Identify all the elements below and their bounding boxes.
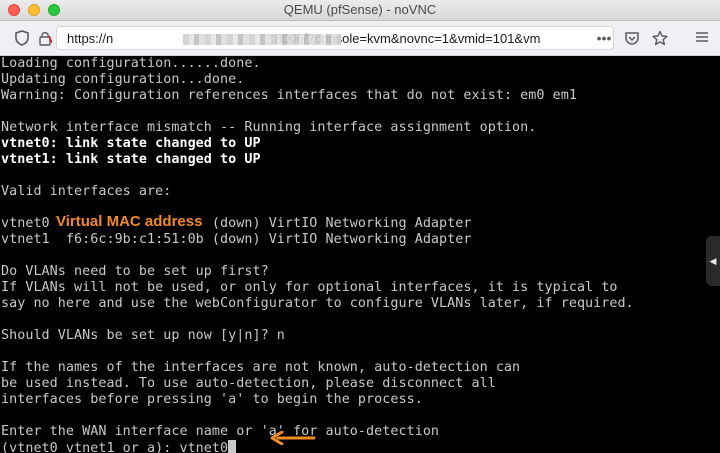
arrow-left-icon [270, 431, 316, 445]
terminal-line: Do VLANs need to be set up first? [1, 264, 269, 279]
terminal-line: vtnet0: link state changed to UP [1, 136, 261, 151]
window-title: QEMU (pfSense) - noVNC [283, 2, 437, 17]
terminal-line: Enter the WAN interface name or 'a' for … [1, 424, 440, 439]
virtual-mac-annotation: Virtual MAC address [54, 213, 205, 230]
terminal-line: vtnet1 f6:6c:9b:c1:51:0b (down) VirtIO N… [1, 232, 472, 247]
novnc-control-bar-handle[interactable]: ◀ [706, 236, 720, 286]
terminal-line: If VLANs will not be used, or only for o… [1, 280, 618, 295]
url-bar[interactable]: https://n:8006/?console=kvm&novnc=1&vmid… [39, 26, 614, 50]
more-icon[interactable]: ••• [596, 30, 612, 46]
vnc-console[interactable]: Loading configuration......done. Updating… [0, 56, 720, 453]
terminal-line: say no here and use the webConfigurator … [1, 296, 634, 311]
lock-icon[interactable] [37, 30, 53, 46]
bookmark-star-icon[interactable] [652, 30, 668, 46]
terminal-line: Should VLANs be set up now [y|n]? n [1, 328, 285, 343]
terminal-line: be used instead. To use auto-detection, … [1, 376, 496, 391]
terminal-line: If the names of the interfaces are not k… [1, 360, 521, 375]
terminal-line: Updating configuration...done. [1, 72, 245, 87]
terminal-line: Valid interfaces are: [1, 184, 172, 199]
url-redacted-region [183, 34, 341, 45]
pocket-icon[interactable] [624, 30, 640, 46]
terminal-line: (vtnet0 vtnet1 or a): vtnet0 [1, 440, 237, 453]
window-titlebar: QEMU (pfSense) - noVNC [0, 0, 720, 21]
shield-icon[interactable] [14, 30, 30, 46]
terminal-line: Network interface mismatch -- Running in… [1, 120, 537, 135]
menu-icon[interactable] [694, 30, 710, 46]
terminal-line: Warning: Configuration references interf… [1, 88, 577, 103]
terminal-line: interfaces before pressing 'a' to begin … [1, 392, 423, 407]
browser-toolbar: https://n:8006/?console=kvm&novnc=1&vmid… [0, 21, 720, 56]
text-cursor [228, 440, 237, 453]
url-prefix: https://n [67, 31, 114, 46]
terminal-line: vtnet1: link state changed to UP [1, 152, 261, 167]
terminal-line: Loading configuration......done. [1, 56, 261, 71]
